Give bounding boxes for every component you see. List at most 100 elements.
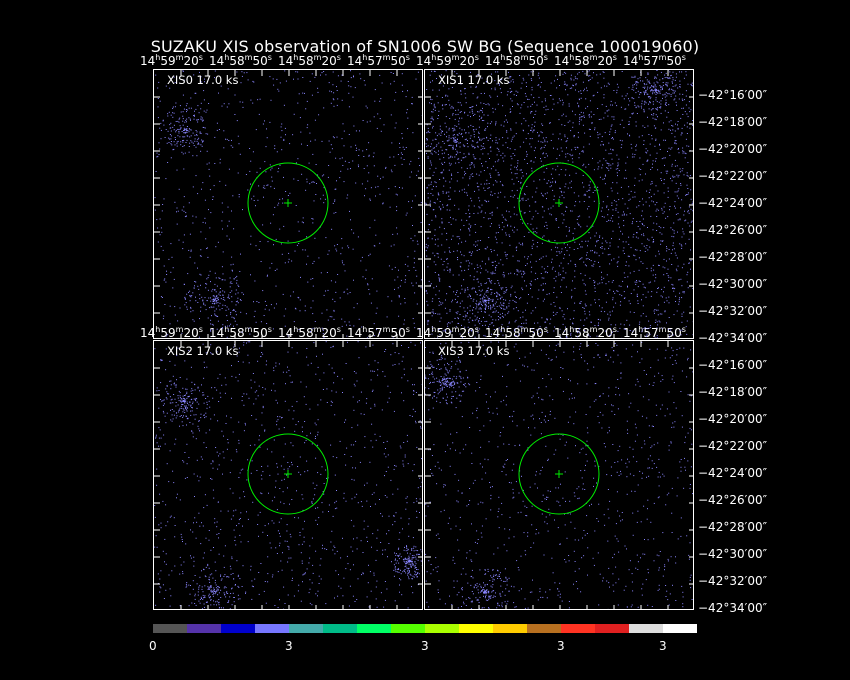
event-dot (483, 120, 485, 121)
event-dot (449, 269, 451, 271)
event-dot (589, 100, 591, 102)
event-dot (487, 298, 489, 300)
event-dot (569, 153, 571, 155)
event-dot (255, 129, 257, 131)
event-dot (184, 521, 186, 523)
event-dot (571, 297, 572, 299)
event-dot (577, 102, 579, 104)
event-dot (217, 316, 219, 317)
event-dot (560, 292, 562, 293)
event-dot (283, 104, 285, 106)
event-dot (559, 85, 560, 86)
event-dot (478, 133, 480, 134)
event-dot (599, 305, 600, 307)
event-dot (673, 222, 675, 224)
event-dot (562, 222, 564, 224)
event-dot (526, 86, 527, 87)
event-dot (464, 171, 466, 173)
event-dot (672, 288, 674, 289)
event-dot (593, 280, 595, 281)
event-dot (682, 231, 684, 233)
event-dot (448, 129, 450, 131)
event-dot (427, 266, 429, 268)
event-dot (691, 82, 693, 84)
event-dot (396, 210, 398, 212)
event-dot (425, 290, 427, 292)
event-dot (350, 77, 352, 79)
event-dot (277, 88, 279, 90)
event-dot (611, 158, 613, 160)
event-dot (470, 197, 472, 199)
event-dot (336, 90, 338, 91)
event-dot (629, 272, 631, 274)
event-dot (678, 98, 680, 100)
event-dot (649, 333, 651, 335)
event-dot (196, 155, 198, 157)
event-dot (621, 119, 623, 121)
event-dot (618, 216, 620, 218)
event-dot (337, 98, 339, 100)
event-dot (192, 215, 194, 217)
event-dot (232, 310, 234, 311)
event-dot (599, 266, 601, 268)
event-dot (419, 328, 421, 330)
event-dot (441, 233, 443, 235)
event-dot (477, 240, 479, 242)
event-dot (547, 265, 549, 267)
event-dot (545, 326, 547, 328)
event-dot (496, 207, 498, 209)
event-dot (212, 460, 214, 462)
event-dot (689, 306, 691, 308)
event-dot (681, 132, 683, 134)
event-dot (396, 194, 398, 196)
event-dot (572, 110, 573, 112)
event-dot (564, 125, 566, 126)
event-dot (506, 254, 508, 256)
event-dot (442, 264, 444, 266)
event-dot (334, 372, 335, 374)
event-dot (157, 106, 159, 108)
event-dot (643, 108, 645, 110)
event-dot (647, 238, 649, 240)
event-dot (441, 153, 443, 155)
event-dot (611, 205, 613, 206)
event-dot (649, 281, 651, 283)
event-dot (446, 232, 448, 234)
event-dot (400, 157, 402, 159)
event-dot (186, 121, 187, 123)
event-dot (469, 295, 471, 297)
event-dot (661, 86, 663, 88)
event-dot (175, 139, 176, 140)
event-dot (208, 103, 210, 104)
event-dot (481, 110, 483, 112)
event-dot (394, 186, 396, 188)
event-dot (536, 104, 538, 106)
event-dot (182, 248, 184, 250)
event-dot (525, 265, 527, 266)
event-dot (464, 112, 465, 114)
event-dot (471, 106, 473, 108)
event-dot (332, 345, 334, 347)
event-dot (553, 195, 555, 197)
event-dot (637, 286, 639, 288)
event-dot (505, 255, 507, 257)
event-dot (506, 306, 508, 308)
event-dot (222, 473, 223, 475)
event-dot (336, 104, 338, 106)
event-dot (542, 283, 544, 285)
event-dot (281, 569, 283, 571)
event-dot (571, 210, 573, 212)
event-dot (226, 320, 228, 321)
event-dot (501, 288, 503, 290)
event-dot (275, 399, 277, 401)
event-dot (562, 277, 564, 279)
event-dot (650, 267, 652, 269)
event-dot (419, 512, 420, 513)
event-dot (426, 300, 428, 302)
event-dot (636, 144, 637, 146)
event-dot (364, 436, 366, 438)
event-dot (373, 323, 375, 325)
ra-tick-label: 14h58m50s (485, 53, 548, 68)
event-dot (515, 122, 517, 124)
event-dot (415, 269, 417, 271)
